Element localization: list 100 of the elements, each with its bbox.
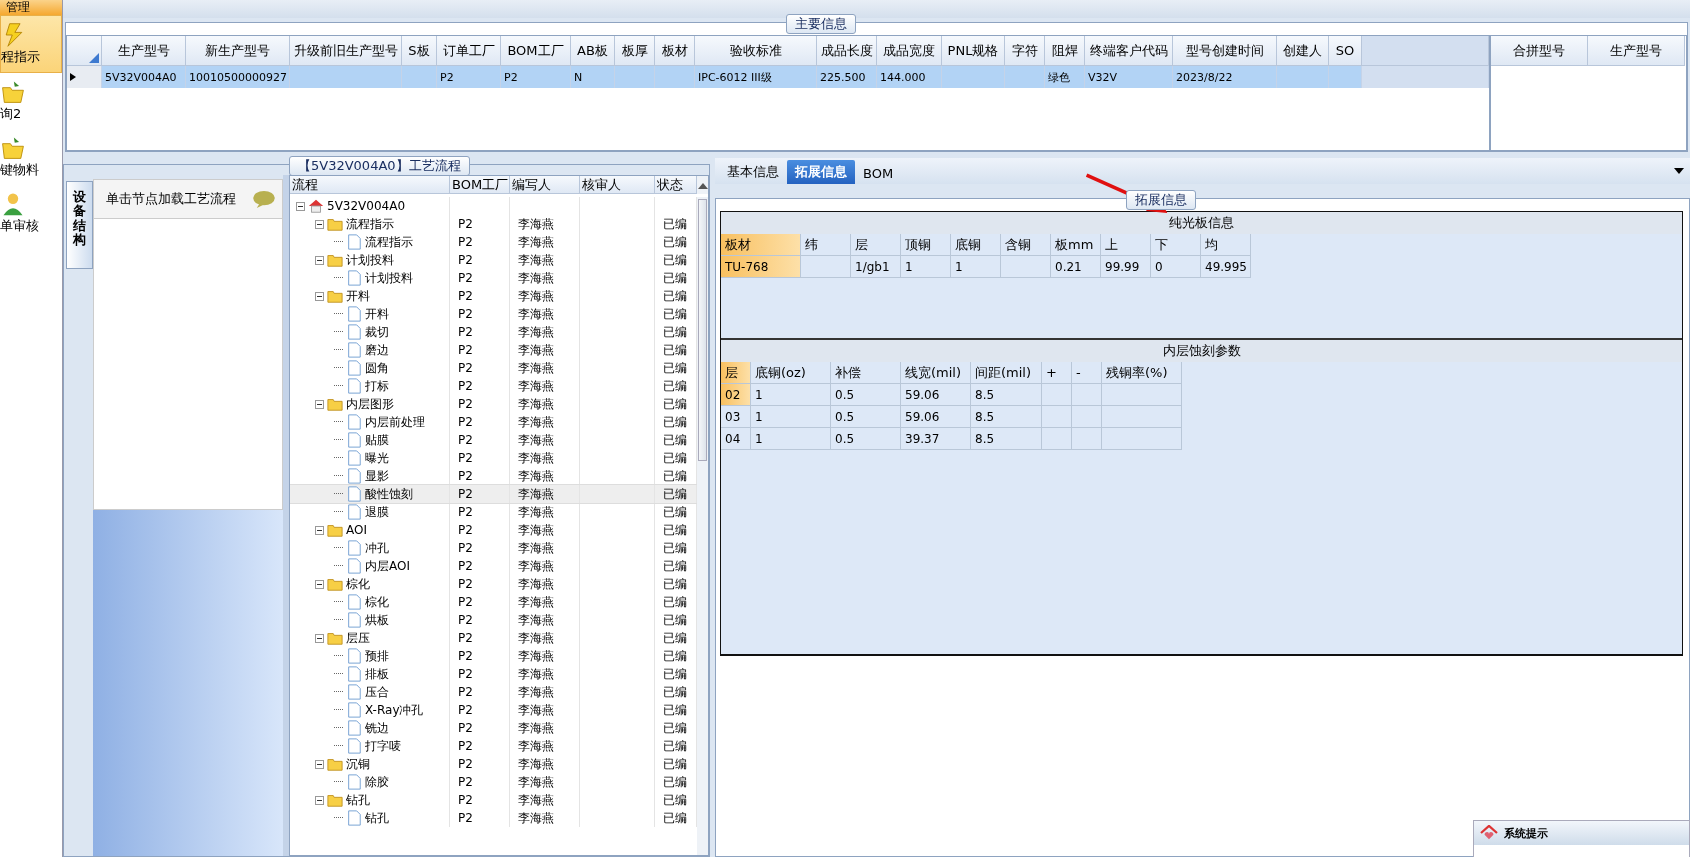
- collapse-icon[interactable]: [315, 291, 324, 301]
- table-row[interactable]: TU-768 1/gb1 1 1 0.21 99.99 0 49.995: [721, 256, 1682, 278]
- column-header[interactable]: 生产型号: [102, 36, 186, 66]
- tab[interactable]: 基本信息: [719, 160, 787, 184]
- column-header[interactable]: 生产型号: [1588, 36, 1685, 66]
- column-header[interactable]: 上: [1101, 234, 1151, 256]
- collapse-icon[interactable]: [315, 255, 324, 265]
- column-header[interactable]: 下: [1151, 234, 1201, 256]
- tree-row[interactable]: X-Ray冲孔 P2 李海燕 已编: [290, 701, 697, 719]
- tree-row[interactable]: 计划投料 P2 李海燕 已编: [290, 251, 697, 269]
- tree-row[interactable]: 打字唛 P2 李海燕 已编: [290, 737, 697, 755]
- collapse-icon[interactable]: [315, 633, 324, 643]
- dropdown-icon[interactable]: [1674, 168, 1684, 174]
- tree-row[interactable]: 圆角 P2 李海燕 已编: [290, 359, 697, 377]
- side-tab[interactable]: 设备结构: [66, 181, 93, 269]
- column-header[interactable]: 字符: [1005, 36, 1045, 66]
- column-header[interactable]: 流程: [290, 176, 450, 194]
- collapse-icon[interactable]: [315, 579, 324, 589]
- collapse-icon[interactable]: [315, 759, 324, 769]
- tree-row[interactable]: 内层AOI P2 李海燕 已编: [290, 557, 697, 575]
- tree-row[interactable]: 沉铜 P2 李海燕 已编: [290, 755, 697, 773]
- column-header[interactable]: 含铜: [1001, 234, 1051, 256]
- column-header[interactable]: 终端客户代码: [1085, 36, 1173, 66]
- tree-row[interactable]: 流程指示 P2 李海燕 已编: [290, 233, 697, 251]
- tree-row[interactable]: 贴膜 P2 李海燕 已编: [290, 431, 697, 449]
- tree-row[interactable]: 预排 P2 李海燕 已编: [290, 647, 697, 665]
- tree-row[interactable]: 曝光 P2 李海燕 已编: [290, 449, 697, 467]
- column-header[interactable]: 成品长度: [817, 36, 877, 66]
- tree-row[interactable]: 酸性蚀刻 P2 李海燕 已编: [290, 485, 697, 503]
- collapse-icon[interactable]: [296, 201, 305, 211]
- column-header[interactable]: 核审人: [580, 176, 655, 194]
- column-header[interactable]: 板材: [655, 36, 695, 66]
- column-header[interactable]: -: [1072, 362, 1102, 384]
- collapse-icon[interactable]: [315, 525, 324, 535]
- column-header[interactable]: 创建人: [1277, 36, 1329, 66]
- column-header[interactable]: 板mm: [1051, 234, 1101, 256]
- column-header[interactable]: 型号创建时间: [1173, 36, 1277, 66]
- column-header[interactable]: 板材: [721, 234, 801, 256]
- collapse-icon[interactable]: [315, 219, 324, 229]
- tree-row[interactable]: 铣边 P2 李海燕 已编: [290, 719, 697, 737]
- tree-row[interactable]: 打标 P2 李海燕 已编: [290, 377, 697, 395]
- tab[interactable]: BOM: [855, 163, 902, 184]
- column-header[interactable]: 合拼型号: [1491, 36, 1588, 66]
- table-row[interactable]: 04 1 0.5 39.37 8.5: [721, 428, 1682, 450]
- tree-row[interactable]: 烘板 P2 李海燕 已编: [290, 611, 697, 629]
- column-header[interactable]: 间距(mil): [971, 362, 1042, 384]
- column-header[interactable]: PNL规格: [942, 36, 1005, 66]
- tree-row[interactable]: 压合 P2 李海燕 已编: [290, 683, 697, 701]
- tree-row[interactable]: AOI P2 李海燕 已编: [290, 521, 697, 539]
- tree-row[interactable]: 裁切 P2 李海燕 已编: [290, 323, 697, 341]
- tree-row[interactable]: 5V32V004A0: [290, 197, 697, 215]
- column-header[interactable]: 层: [851, 234, 901, 256]
- column-header[interactable]: 升级前旧生产型号: [290, 36, 402, 66]
- tab[interactable]: 拓展信息: [787, 160, 855, 184]
- table-row[interactable]: 02 1 0.5 59.06 8.5: [721, 384, 1682, 406]
- tree-row[interactable]: 层压 P2 李海燕 已编: [290, 629, 697, 647]
- nav-item[interactable]: 单审核: [0, 185, 62, 241]
- scroll-up-icon[interactable]: [697, 181, 708, 189]
- nav-item[interactable]: 程指示: [0, 15, 62, 73]
- column-header[interactable]: S板: [402, 36, 437, 66]
- column-header[interactable]: 底铜(oz): [751, 362, 831, 384]
- tree-row[interactable]: 除胶 P2 李海燕 已编: [290, 773, 697, 791]
- tree-row[interactable]: 开料 P2 李海燕 已编: [290, 287, 697, 305]
- nav-item[interactable]: 键物料: [0, 129, 62, 185]
- tree-row[interactable]: 棕化 P2 李海燕 已编: [290, 575, 697, 593]
- column-header[interactable]: 状态: [655, 176, 697, 194]
- nav-item[interactable]: 询2: [0, 73, 62, 129]
- tree-row[interactable]: 钻孔 P2 李海燕 已编: [290, 809, 697, 827]
- tree-row[interactable]: 磨边 P2 李海燕 已编: [290, 341, 697, 359]
- table-row[interactable]: 03 1 0.5 59.06 8.5: [721, 406, 1682, 428]
- column-header[interactable]: 订单工厂: [437, 36, 501, 66]
- collapse-icon[interactable]: [315, 795, 324, 805]
- tree-row[interactable]: 流程指示 P2 李海燕 已编: [290, 215, 697, 233]
- column-header[interactable]: 编写人: [510, 176, 580, 194]
- tree-row[interactable]: 开料 P2 李海燕 已编: [290, 305, 697, 323]
- column-header[interactable]: 板厚: [615, 36, 655, 66]
- column-header[interactable]: 纬: [801, 234, 851, 256]
- column-header[interactable]: BOM工厂: [450, 176, 510, 194]
- column-header[interactable]: 均: [1201, 234, 1251, 256]
- tree-row[interactable]: 钻孔 P2 李海燕 已编: [290, 791, 697, 809]
- tree-row[interactable]: 内层前处理 P2 李海燕 已编: [290, 413, 697, 431]
- column-header[interactable]: +: [1042, 362, 1072, 384]
- tree-row[interactable]: 排板 P2 李海燕 已编: [290, 665, 697, 683]
- column-header[interactable]: AB板: [571, 36, 615, 66]
- column-header[interactable]: 阻焊: [1045, 36, 1085, 66]
- column-header[interactable]: 顶铜: [901, 234, 951, 256]
- tree-row[interactable]: 冲孔 P2 李海燕 已编: [290, 539, 697, 557]
- tree-row[interactable]: 棕化 P2 李海燕 已编: [290, 593, 697, 611]
- column-header[interactable]: 底铜: [951, 234, 1001, 256]
- collapse-icon[interactable]: [315, 399, 324, 409]
- column-header[interactable]: 验收标准: [695, 36, 817, 66]
- tree-row[interactable]: 退膜 P2 李海燕 已编: [290, 503, 697, 521]
- column-header[interactable]: 残铜率(%): [1102, 362, 1182, 384]
- tree-row[interactable]: 计划投料 P2 李海燕 已编: [290, 269, 697, 287]
- table-row[interactable]: 5V32V004A0 10010500000927 P2 P2 N IPC-6012 III级 225.500 144.000 绿色 V32V 2023/8/22: [67, 66, 1489, 88]
- scroll-thumb[interactable]: [698, 199, 707, 461]
- column-header[interactable]: SO: [1329, 36, 1362, 66]
- column-header[interactable]: 层: [721, 362, 751, 384]
- column-header[interactable]: BOM工厂: [501, 36, 571, 66]
- column-header[interactable]: 新生产型号: [186, 36, 290, 66]
